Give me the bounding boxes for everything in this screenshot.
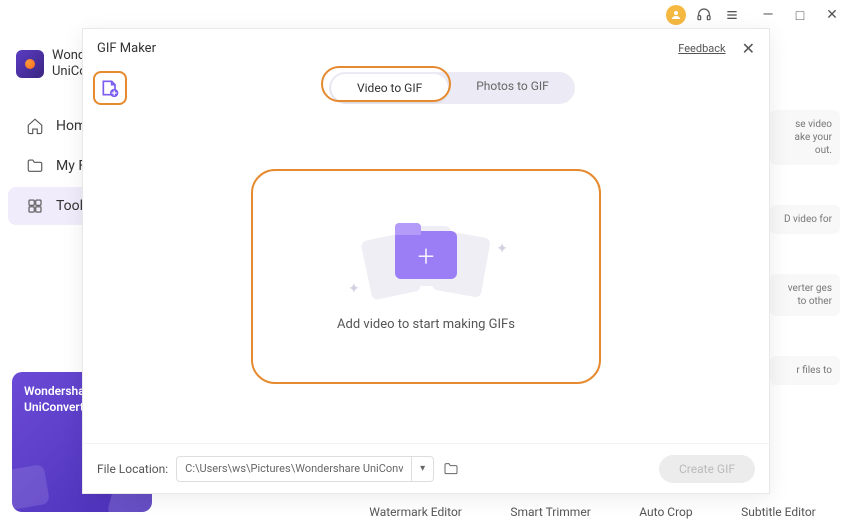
create-gif-button[interactable]: Create GIF: [659, 455, 755, 483]
chevron-down-icon: ▾: [420, 463, 425, 474]
bottom-tools: Watermark Editor Smart Trimmer Auto Crop…: [345, 505, 840, 519]
brand-icon: [16, 50, 44, 78]
headset-icon[interactable]: [694, 5, 714, 25]
card-peek-2: D video for: [770, 205, 840, 234]
modal-toolbar: Video to GIF Photos to GIF: [83, 67, 769, 109]
user-avatar[interactable]: [666, 5, 686, 25]
titlebar: — □ ✕: [0, 0, 850, 30]
modal-title: GIF Maker: [97, 41, 156, 56]
drop-text: Add video to start making GIFs: [337, 317, 515, 332]
close-button[interactable]: ✕: [824, 7, 840, 24]
gif-maker-modal: GIF Maker Feedback ✕ Video to GIF Photos…: [82, 28, 770, 494]
menu-icon[interactable]: [722, 5, 742, 25]
tools-icon: [26, 197, 44, 215]
user-icon: [670, 9, 682, 21]
card-strip: se video ake your out. D video for verte…: [770, 110, 840, 425]
add-file-button[interactable]: [93, 71, 127, 105]
window-controls: — □ ✕: [760, 7, 840, 24]
maximize-button[interactable]: □: [792, 7, 808, 24]
tool-subtitle[interactable]: Subtitle Editor: [741, 505, 816, 519]
drop-area[interactable]: ✦ ✦ ＋ Add video to start making GIFs: [251, 169, 601, 384]
sparkle-icon: ✦: [496, 241, 508, 257]
sparkle-icon: ✦: [348, 281, 360, 297]
tab-video-to-gif[interactable]: Video to GIF: [331, 74, 448, 102]
tool-autocrop[interactable]: Auto Crop: [639, 505, 692, 519]
card-peek-1: se video ake your out.: [770, 110, 840, 165]
file-location-field: ▾: [176, 456, 434, 482]
mode-tabs: Video to GIF Photos to GIF: [329, 72, 575, 104]
feedback-link[interactable]: Feedback: [678, 42, 725, 55]
modal-header: GIF Maker Feedback ✕: [83, 29, 769, 67]
folder-icon: [26, 157, 44, 175]
home-icon: [26, 117, 44, 135]
plus-icon: ＋: [416, 241, 436, 270]
minimize-button[interactable]: —: [760, 7, 776, 24]
main-window: — □ ✕ Wondersh UniConve Home My Fil To: [0, 0, 850, 527]
browse-folder-button[interactable]: [442, 460, 460, 478]
file-location-input[interactable]: [177, 462, 411, 475]
tab-photos-to-gif[interactable]: Photos to GIF: [450, 72, 575, 104]
tool-watermark[interactable]: Watermark Editor: [369, 505, 462, 519]
tool-trimmer[interactable]: Smart Trimmer: [510, 505, 590, 519]
folder-add-icon: ＋: [395, 231, 457, 279]
card-peek-3: verter ges to other: [770, 274, 840, 316]
card-peek-4: r files to: [770, 356, 840, 385]
modal-footer: File Location: ▾ Create GIF: [83, 443, 769, 493]
path-dropdown-button[interactable]: ▾: [411, 457, 433, 481]
file-location-label: File Location:: [97, 462, 168, 476]
tab-wrap: Video to GIF Photos to GIF: [329, 72, 575, 104]
promo-deco2: [12, 464, 50, 510]
add-file-icon: [100, 78, 120, 98]
folder-open-icon: [443, 461, 459, 477]
modal-close-button[interactable]: ✕: [742, 39, 755, 58]
